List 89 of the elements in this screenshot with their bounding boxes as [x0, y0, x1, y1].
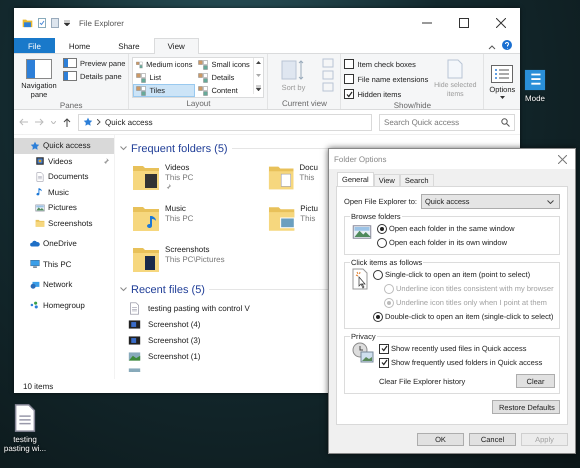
desktop-shortcut-icon[interactable]	[524, 68, 546, 92]
nav-item[interactable]: Music	[14, 184, 114, 200]
options-list-icon[interactable]	[491, 64, 514, 82]
clock-document-icon	[352, 342, 374, 364]
layout-view-icon[interactable]	[136, 72, 146, 82]
desktop-icon-label[interactable]: testing pasting wi...	[0, 435, 50, 453]
folder-name[interactable]: Music	[165, 204, 194, 213]
picture-icon	[35, 202, 45, 213]
group-label: Layout	[186, 99, 210, 108]
nav-item[interactable]: Videos	[14, 154, 114, 169]
pane-layout-icon[interactable]	[63, 58, 77, 68]
chevron-icon[interactable]	[97, 119, 101, 125]
dropdown-caret-icon[interactable]	[64, 20, 70, 26]
ribbon-tab[interactable]: Home	[54, 38, 104, 53]
folder-name[interactable]: Screenshots	[165, 245, 225, 254]
close-icon[interactable]	[496, 18, 506, 28]
nav-item[interactable]: Documents	[14, 169, 114, 184]
properties-icon[interactable]	[38, 18, 46, 28]
file-name[interactable]: testing pasting with control V	[148, 304, 250, 313]
maximize-icon[interactable]	[459, 18, 469, 28]
group-label: Panes	[60, 101, 83, 110]
file-name[interactable]: Screenshot (4)	[148, 320, 200, 329]
radio-button[interactable]	[377, 238, 387, 248]
collapse-chevron-icon[interactable]	[120, 287, 127, 292]
folder-location: This PC	[165, 214, 194, 223]
nav-item[interactable]: Homegroup	[14, 298, 114, 313]
nav-item[interactable]: This PC	[14, 256, 114, 272]
window-title: File Explorer	[79, 18, 124, 28]
layout-view-icon[interactable]	[136, 60, 144, 70]
file-name[interactable]: Screenshot (3)	[148, 336, 200, 345]
radio-button[interactable]	[373, 270, 383, 280]
folder-name[interactable]: Docu	[299, 163, 318, 172]
layout-view-icon[interactable]	[198, 86, 208, 96]
dropdown-caret-icon[interactable]	[547, 200, 554, 204]
radio-button[interactable]	[373, 312, 383, 322]
section-heading[interactable]: Frequent folders (5)	[131, 142, 228, 154]
dots-icon	[30, 300, 40, 310]
folder-location: This	[300, 214, 316, 223]
ribbon-tab[interactable]: Share	[104, 38, 154, 53]
help-icon[interactable]	[502, 40, 512, 50]
navigation-pane-icon[interactable]	[26, 59, 52, 79]
folder-icon	[35, 218, 45, 228]
checkbox[interactable]	[344, 74, 354, 84]
file-name[interactable]: Screenshot (1)	[148, 352, 200, 361]
nav-item[interactable]: Screenshots	[14, 216, 114, 231]
ribbon-tab[interactable]: File	[14, 38, 55, 53]
pane-layout-icon[interactable]	[63, 71, 77, 81]
up-icon[interactable]	[63, 118, 71, 126]
folder-name[interactable]: Videos	[165, 163, 194, 172]
film-icon	[35, 156, 45, 166]
search-field[interactable]: Search Quick access	[379, 114, 515, 130]
layout-view-icon[interactable]	[198, 60, 208, 70]
nav-item[interactable]: OneDrive	[14, 236, 114, 252]
nav-item[interactable]: Network	[14, 277, 114, 292]
nav-item[interactable]: Pictures	[14, 200, 114, 216]
folder-location: This	[299, 173, 316, 182]
music-note-icon	[35, 187, 45, 198]
desktop-icon-label[interactable]: Mode	[524, 94, 545, 103]
section-heading[interactable]: Recent files (5)	[131, 284, 205, 296]
document-icon	[35, 172, 45, 182]
star-icon	[83, 117, 93, 127]
dialog-title: Folder Options	[334, 154, 386, 164]
nav-item[interactable]: Quick access	[14, 138, 114, 154]
ribbon-tab[interactable]: View	[154, 38, 199, 54]
checkbox[interactable]	[344, 59, 354, 69]
folder-location: This PC	[165, 173, 194, 182]
star-icon	[30, 140, 40, 151]
layout-view-icon[interactable]	[198, 72, 208, 82]
thumbnail-icon	[128, 334, 141, 347]
group-label: Show/hide	[394, 101, 432, 110]
layout-view-icon[interactable]	[136, 86, 146, 96]
thumbnail-icon	[128, 350, 141, 363]
address-bar[interactable]: Quick access	[78, 114, 372, 130]
radio-button[interactable]	[377, 224, 387, 234]
gallery-scroll-icon[interactable]	[253, 58, 264, 94]
folder-location: This PC\Pictures	[165, 255, 225, 264]
folder-name[interactable]: Pictu	[300, 204, 318, 213]
cloud-icon	[30, 238, 40, 249]
status-text: 10 items	[23, 382, 54, 390]
caret-icon[interactable]	[500, 96, 505, 98]
group-label: Current view	[282, 99, 327, 108]
document-icon	[128, 302, 141, 315]
collapse-ribbon-icon[interactable]	[488, 44, 496, 50]
click-cursor-icon	[352, 268, 368, 290]
thumbnail-icon	[128, 318, 141, 331]
search-icon[interactable]	[501, 118, 510, 126]
collapse-chevron-icon[interactable]	[120, 146, 127, 151]
network-icon	[30, 280, 40, 290]
monitor-icon	[30, 259, 40, 270]
